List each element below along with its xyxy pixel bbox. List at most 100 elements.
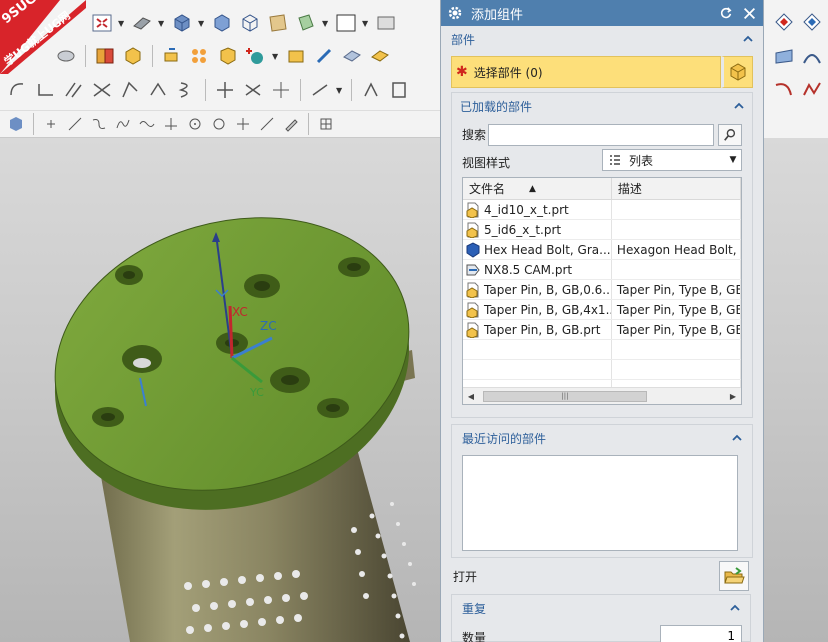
project-curve-icon[interactable] — [146, 78, 170, 102]
constraint-icon[interactable] — [312, 44, 336, 68]
offset-curve-icon[interactable] — [62, 78, 86, 102]
table-row[interactable]: 4_id10_x_t.prt — [463, 200, 741, 220]
wave-curve-icon[interactable] — [137, 114, 157, 134]
view-orient-icon[interactable] — [772, 10, 796, 34]
quantity-input[interactable] — [660, 625, 742, 642]
wireframe-cube-icon[interactable] — [238, 11, 262, 35]
tangent-icon[interactable] — [161, 114, 181, 134]
circle-center-icon[interactable] — [185, 114, 205, 134]
filename-cell[interactable]: Taper Pin, B, GB,0.6... — [463, 280, 612, 299]
table-row[interactable] — [463, 360, 741, 380]
section-view-icon[interactable] — [294, 11, 318, 35]
recent-parts-header[interactable]: 最近访问的部件 — [452, 425, 752, 451]
part-model[interactable]: XC ZC YC — [0, 138, 440, 642]
table-row[interactable]: NX8.5 CAM.prt — [463, 260, 741, 280]
open-file-button[interactable] — [719, 561, 749, 591]
mirror-assembly-icon[interactable] — [216, 44, 240, 68]
filename-cell[interactable]: Hex Head Bolt, Gra... — [463, 240, 612, 259]
layer-icon[interactable] — [374, 11, 398, 35]
filename-cell[interactable]: Taper Pin, B, GB.prt — [463, 320, 612, 339]
point-set-icon[interactable] — [269, 78, 293, 102]
point-icon[interactable] — [41, 114, 61, 134]
table-row[interactable]: 5_id6_x_t.prt — [463, 220, 741, 240]
horizontal-scrollbar[interactable]: ◀ ||| ▶ — [463, 387, 741, 404]
filename-cell[interactable]: 5_id6_x_t.prt — [463, 220, 612, 239]
snap-icon[interactable] — [6, 114, 26, 134]
curve-surface-icon[interactable] — [800, 44, 824, 68]
pencil-icon[interactable] — [281, 114, 301, 134]
fit-view-icon[interactable] — [90, 11, 114, 35]
exploded-view-icon[interactable] — [340, 44, 364, 68]
description-cell[interactable] — [612, 260, 741, 279]
assembly-icon[interactable] — [93, 44, 117, 68]
solid-cube-icon[interactable] — [170, 11, 194, 35]
graphics-viewport-right[interactable] — [764, 138, 828, 642]
description-cell[interactable] — [612, 360, 741, 379]
column-header-description[interactable]: 描述 — [612, 178, 741, 199]
description-cell[interactable]: Hexagon Head Bolt, G — [612, 240, 741, 259]
filename-cell[interactable]: Taper Pin, B, GB,4x1... — [463, 300, 612, 319]
intersect-curve-icon[interactable] — [213, 78, 237, 102]
table-row[interactable]: Taper Pin, B, GB.prt Taper Pin, Type B, G… — [463, 320, 741, 340]
component-icon[interactable] — [121, 44, 145, 68]
extend-icon[interactable] — [118, 78, 142, 102]
description-cell[interactable] — [612, 200, 741, 219]
description-cell[interactable] — [612, 220, 741, 239]
rib-icon[interactable] — [359, 78, 383, 102]
column-header-filename[interactable]: 文件名 ▲ — [463, 178, 612, 199]
scroll-right-icon[interactable]: ▶ — [725, 392, 741, 401]
spline-icon[interactable] — [113, 114, 133, 134]
surface-icon[interactable] — [772, 44, 796, 68]
texture-icon[interactable] — [266, 11, 290, 35]
description-cell[interactable] — [612, 340, 741, 359]
dialog-titlebar[interactable]: 添加组件 — [441, 0, 763, 26]
section-curve-icon[interactable] — [241, 78, 265, 102]
quadrant-icon[interactable] — [209, 114, 229, 134]
table-row[interactable]: Taper Pin, B, GB,0.6... Taper Pin, Type B… — [463, 280, 741, 300]
gear-icon[interactable] — [447, 5, 463, 21]
select-parts-row[interactable]: ✱ 选择部件 (0) — [451, 56, 753, 88]
description-cell[interactable]: Taper Pin, Type B, GB — [612, 300, 741, 319]
filename-cell[interactable]: 4_id10_x_t.prt — [463, 200, 612, 219]
wave-linker-icon[interactable] — [368, 44, 392, 68]
loaded-parts-header[interactable]: 已加载的部件 — [452, 93, 752, 119]
graphics-viewport[interactable]: XC ZC YC — [0, 138, 440, 642]
select-part-cube-button[interactable] — [721, 56, 753, 88]
trim-icon[interactable] — [90, 78, 114, 102]
dimension-icon[interactable] — [308, 78, 332, 102]
midpoint-icon[interactable] — [257, 114, 277, 134]
repeat-group-header[interactable]: 重复 — [452, 595, 750, 621]
scrollbar-thumb[interactable]: ||| — [483, 390, 647, 402]
cylinder-icon[interactable] — [54, 44, 78, 68]
collapse-chevron-icon[interactable] — [734, 101, 744, 111]
reset-icon[interactable] — [717, 4, 735, 22]
replace-component-icon[interactable] — [284, 44, 308, 68]
sketch-curve-icon[interactable] — [6, 78, 30, 102]
select-parts-field[interactable]: ✱ 选择部件 (0) — [451, 56, 721, 88]
filename-cell[interactable]: NX8.5 CAM.prt — [463, 260, 612, 279]
search-button[interactable] — [718, 124, 742, 146]
table-row[interactable]: Taper Pin, B, GB,4x1... Taper Pin, Type B… — [463, 300, 741, 320]
view-style-select[interactable]: 列表 ▼ — [602, 149, 742, 171]
add-component-icon[interactable] — [244, 44, 268, 68]
fillet-icon[interactable] — [34, 78, 58, 102]
view-orient-2-icon[interactable] — [800, 10, 824, 34]
parts-group-header[interactable]: 部件 — [441, 26, 763, 52]
move-component-icon[interactable] — [160, 44, 184, 68]
cross-icon[interactable] — [233, 114, 253, 134]
recent-parts-list[interactable] — [462, 455, 738, 551]
search-input[interactable] — [488, 124, 714, 146]
table-row[interactable] — [463, 340, 741, 360]
description-cell[interactable]: Taper Pin, Type B, GB — [612, 280, 741, 299]
arc-curve-icon[interactable] — [772, 78, 796, 102]
grid-icon[interactable] — [316, 114, 336, 134]
frame-icon[interactable] — [387, 78, 411, 102]
collapse-chevron-icon[interactable] — [730, 603, 740, 613]
helix-icon[interactable] — [174, 78, 198, 102]
polyline-icon[interactable] — [800, 78, 824, 102]
description-cell[interactable]: Taper Pin, Type B, GB — [612, 320, 741, 339]
scroll-left-icon[interactable]: ◀ — [463, 392, 479, 401]
line-icon[interactable] — [65, 114, 85, 134]
pattern-component-icon[interactable] — [188, 44, 212, 68]
close-icon[interactable] — [740, 4, 758, 22]
